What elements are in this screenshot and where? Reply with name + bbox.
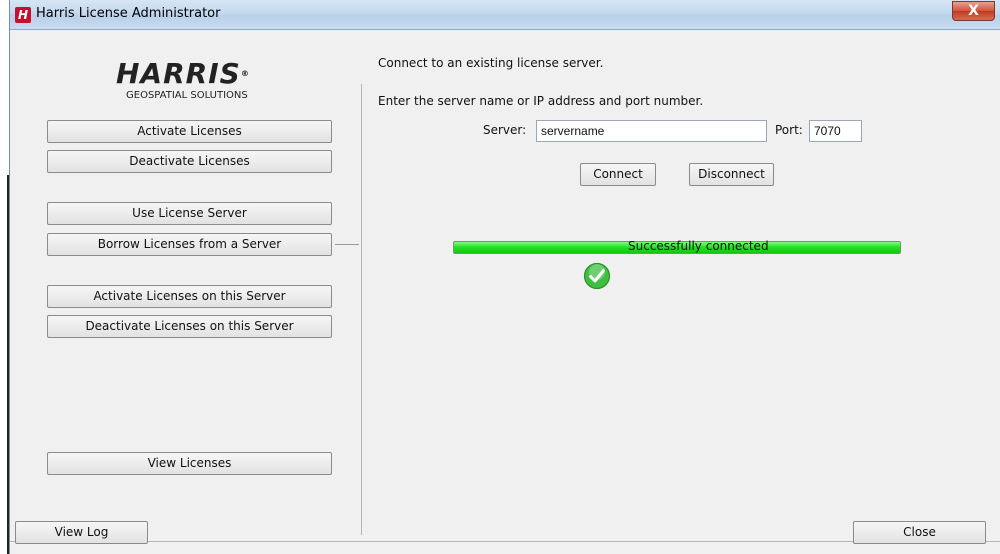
harris-logo: HARRIS® GEOSPATIAL SOLUTIONS <box>116 60 296 110</box>
background-edge <box>0 0 10 554</box>
view-log-button[interactable]: View Log <box>15 521 148 544</box>
main-content: HARRIS® GEOSPATIAL SOLUTIONS Activate Li… <box>10 31 1000 542</box>
window-title: Harris License Administrator <box>36 6 221 21</box>
panel-divider <box>361 84 362 535</box>
connection-status: Successfully connected <box>628 239 769 253</box>
selection-connector <box>335 244 359 245</box>
panel-instruction: Enter the server name or IP address and … <box>378 94 704 108</box>
deactivate-licenses-button[interactable]: Deactivate Licenses <box>47 150 332 173</box>
panel-heading: Connect to an existing license server. <box>378 56 604 70</box>
connect-button[interactable]: Connect <box>580 163 656 186</box>
title-bar: H Harris License Administrator X <box>10 0 1000 30</box>
window-close-button[interactable]: X <box>952 1 995 21</box>
footer-divider <box>10 541 1000 542</box>
activate-licenses-server-button[interactable]: Activate Licenses on this Server <box>47 285 332 308</box>
port-input[interactable] <box>809 120 862 142</box>
logo-subtitle: GEOSPATIAL SOLUTIONS <box>126 90 248 101</box>
port-label: Port: <box>775 123 803 137</box>
logo-word: HARRIS <box>116 57 241 90</box>
deactivate-licenses-server-button[interactable]: Deactivate Licenses on this Server <box>47 315 332 338</box>
server-input[interactable] <box>536 120 767 142</box>
app-icon: H <box>15 7 31 23</box>
registered-mark: ® <box>240 69 250 78</box>
server-label: Server: <box>483 123 527 137</box>
use-license-server-button[interactable]: Use License Server <box>47 202 332 225</box>
disconnect-button[interactable]: Disconnect <box>689 163 774 186</box>
activate-licenses-button[interactable]: Activate Licenses <box>47 120 332 143</box>
success-check-icon <box>583 262 611 290</box>
view-licenses-button[interactable]: View Licenses <box>47 452 332 475</box>
app-window: H Harris License Administrator X HARRIS®… <box>9 0 1000 554</box>
close-button[interactable]: Close <box>853 521 986 544</box>
borrow-licenses-button[interactable]: Borrow Licenses from a Server <box>47 233 332 256</box>
